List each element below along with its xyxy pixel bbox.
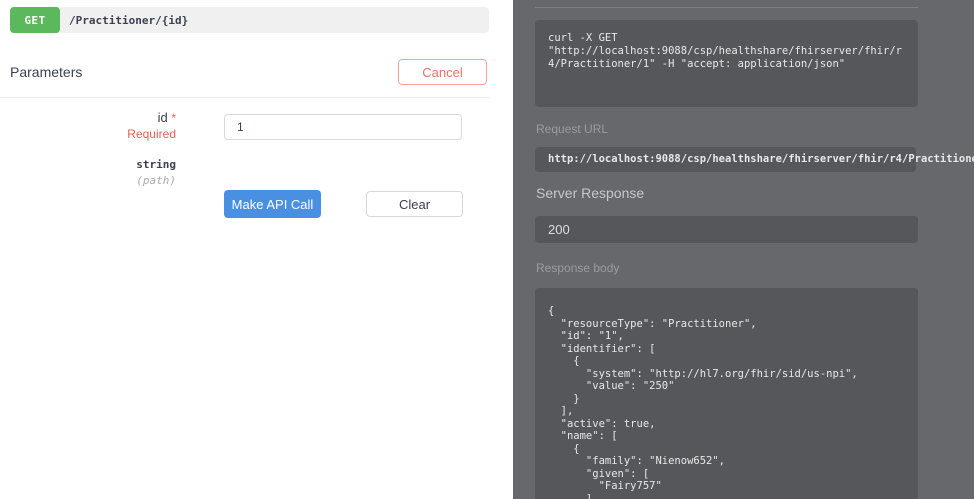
curl-command-block: curl -X GET "http://localhost:9088/csp/h… [535, 20, 918, 107]
response-panel: curl -X GET "http://localhost:9088/csp/h… [513, 0, 974, 499]
status-code: 200 [535, 216, 918, 243]
request-url-block: http://localhost:9088/csp/healthshare/fh… [535, 147, 916, 172]
param-name-text: id [158, 110, 168, 125]
top-divider [535, 7, 918, 8]
http-method-badge: GET [10, 7, 60, 33]
request-url-value: http://localhost:9088/csp/healthshare/fh… [548, 147, 974, 172]
param-label-column: id * Required string (path) [40, 110, 176, 187]
cancel-button[interactable]: Cancel [398, 59, 487, 85]
param-name: id * [40, 110, 176, 125]
clear-button[interactable]: Clear [366, 191, 463, 217]
server-response-title: Server Response [536, 185, 644, 201]
response-body-block: { "resourceType": "Practitioner", "id": … [535, 288, 918, 499]
param-type: string [40, 158, 176, 171]
endpoint-path: /Practitioner/{id} [69, 14, 188, 27]
param-location: (path) [40, 174, 176, 187]
make-api-call-button[interactable]: Make API Call [224, 190, 321, 218]
section-divider [0, 97, 490, 98]
operation-panel: GET /Practitioner/{id} Parameters Cancel… [0, 0, 513, 499]
param-id-input[interactable] [224, 114, 462, 140]
status-code-block: 200 [535, 216, 918, 243]
response-body-json: { "resourceType": "Practitioner", "id": … [535, 288, 918, 499]
response-body-label: Response body [536, 261, 619, 275]
parameters-title: Parameters [10, 64, 82, 80]
curl-command: curl -X GET "http://localhost:9088/csp/h… [535, 20, 918, 83]
request-url-label: Request URL [536, 122, 608, 136]
required-label: Required [40, 127, 176, 141]
endpoint-header[interactable]: GET /Practitioner/{id} [10, 7, 489, 33]
required-asterisk: * [171, 111, 176, 125]
